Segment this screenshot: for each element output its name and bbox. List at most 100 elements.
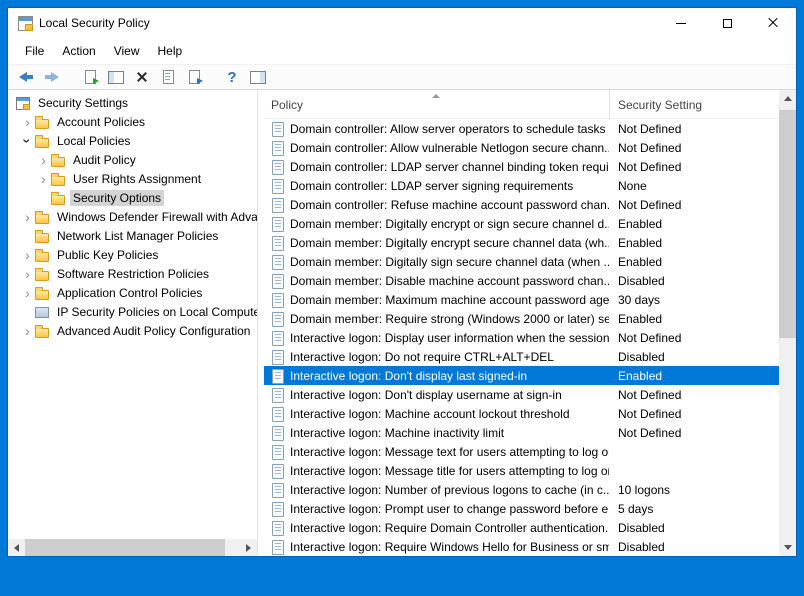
- export-icon[interactable]: [78, 66, 102, 88]
- chevron-icon[interactable]: [21, 324, 34, 338]
- policy-name: Interactive logon: Do not require CTRL+A…: [290, 350, 554, 364]
- policy-row[interactable]: Interactive logon: Number of previous lo…: [264, 480, 779, 499]
- policy-cell: Domain controller: Allow vulnerable Netl…: [264, 140, 609, 156]
- tree-item-label: Network List Manager Policies: [54, 228, 221, 244]
- policy-cell: Domain controller: LDAP server signing r…: [264, 178, 609, 194]
- policy-cell: Domain member: Disable machine account p…: [264, 273, 609, 289]
- policy-row[interactable]: Domain member: Require strong (Windows 2…: [264, 309, 779, 328]
- tree-item[interactable]: Software Restriction Policies: [8, 264, 257, 283]
- help-icon[interactable]: [220, 66, 244, 88]
- policy-name: Interactive logon: Prompt user to change…: [290, 502, 609, 516]
- console-tree-pane: Security Settings Account Policies Local…: [8, 90, 258, 556]
- policy-row[interactable]: Domain controller: Refuse machine accoun…: [264, 195, 779, 214]
- policy-row[interactable]: Interactive logon: Do not require CTRL+A…: [264, 347, 779, 366]
- chevron-icon[interactable]: [21, 267, 34, 281]
- scroll-up-button[interactable]: [779, 90, 796, 107]
- tree-item[interactable]: Windows Defender Firewall with Adva: [8, 207, 257, 226]
- horizontal-scrollbar-thumb[interactable]: [25, 539, 225, 556]
- export-list-icon[interactable]: [182, 66, 206, 88]
- tree-item[interactable]: User Rights Assignment: [8, 169, 257, 188]
- vertical-scrollbar-thumb[interactable]: [779, 110, 796, 338]
- tree-item[interactable]: Network List Manager Policies: [8, 226, 257, 245]
- close-button[interactable]: [750, 8, 796, 38]
- menu-action[interactable]: Action: [53, 40, 104, 62]
- vertical-scrollbar[interactable]: [779, 90, 796, 556]
- policy-row[interactable]: Domain controller: Allow vulnerable Netl…: [264, 138, 779, 157]
- console-tree-icon[interactable]: [104, 66, 128, 88]
- policy-row[interactable]: Domain controller: LDAP server signing r…: [264, 176, 779, 195]
- scroll-down-button[interactable]: [779, 539, 796, 556]
- policy-row[interactable]: Interactive logon: Message text for user…: [264, 442, 779, 461]
- security-setting-value: Not Defined: [609, 160, 779, 174]
- chevron-icon[interactable]: [21, 248, 34, 262]
- policy-row[interactable]: Interactive logon: Don't display last si…: [264, 366, 779, 385]
- security-setting-value: Disabled: [609, 521, 779, 535]
- horizontal-scrollbar[interactable]: [8, 539, 257, 556]
- chevron-icon[interactable]: [21, 210, 34, 224]
- policy-row[interactable]: Domain member: Digitally encrypt secure …: [264, 233, 779, 252]
- policy-cell: Interactive logon: Do not require CTRL+A…: [264, 349, 609, 365]
- column-header-security-setting[interactable]: Security Setting: [609, 90, 779, 118]
- minimize-button[interactable]: [658, 8, 704, 38]
- policy-row[interactable]: Interactive logon: Prompt user to change…: [264, 499, 779, 518]
- menu-view[interactable]: View: [105, 40, 149, 62]
- policy-row[interactable]: Interactive logon: Require Domain Contro…: [264, 518, 779, 537]
- policy-row[interactable]: Interactive logon: Machine inactivity li…: [264, 423, 779, 442]
- policy-document-icon: [270, 330, 286, 346]
- policy-name: Interactive logon: Message text for user…: [290, 445, 609, 459]
- toolbar: [8, 64, 796, 90]
- policy-document-icon: [270, 121, 286, 137]
- policy-row[interactable]: Interactive logon: Require Windows Hello…: [264, 537, 779, 556]
- column-header-policy[interactable]: Policy: [264, 90, 609, 118]
- tree-item[interactable]: Audit Policy: [8, 150, 257, 169]
- policy-document-icon: [270, 235, 286, 251]
- tree-item[interactable]: Security Options: [8, 188, 257, 207]
- chevron-icon[interactable]: [37, 172, 50, 186]
- policy-cell: Interactive logon: Prompt user to change…: [264, 501, 609, 517]
- tree-item-label: Audit Policy: [70, 152, 139, 168]
- tree-item[interactable]: Local Policies: [8, 131, 257, 150]
- menu-help[interactable]: Help: [149, 40, 192, 62]
- chevron-icon[interactable]: [21, 286, 34, 300]
- policy-document-icon: [270, 387, 286, 403]
- maximize-button[interactable]: [704, 8, 750, 38]
- tree-item[interactable]: IP Security Policies on Local Compute: [8, 302, 257, 321]
- policy-name: Domain member: Disable machine account p…: [290, 274, 609, 288]
- scroll-right-button[interactable]: [240, 539, 257, 556]
- tree-item[interactable]: Application Control Policies: [8, 283, 257, 302]
- menu-file[interactable]: File: [16, 40, 53, 62]
- tree-item-label: IP Security Policies on Local Compute: [54, 304, 257, 320]
- policy-row[interactable]: Interactive logon: Don't display usernam…: [264, 385, 779, 404]
- console-icon: [15, 95, 31, 111]
- chevron-icon[interactable]: [21, 134, 34, 148]
- tree-item[interactable]: Advanced Audit Policy Configuration: [8, 321, 257, 340]
- security-setting-value: None: [609, 179, 779, 193]
- policy-row[interactable]: Domain member: Digitally encrypt or sign…: [264, 214, 779, 233]
- policy-row[interactable]: Interactive logon: Message title for use…: [264, 461, 779, 480]
- policy-row[interactable]: Domain controller: Allow server operator…: [264, 119, 779, 138]
- security-setting-value: Not Defined: [609, 141, 779, 155]
- policy-name: Domain controller: Allow vulnerable Netl…: [290, 141, 609, 155]
- tree-item[interactable]: Account Policies: [8, 112, 257, 131]
- policy-row[interactable]: Interactive logon: Display user informat…: [264, 328, 779, 347]
- policy-cell: Domain member: Require strong (Windows 2…: [264, 311, 609, 327]
- security-setting-value: 10 logons: [609, 483, 779, 497]
- policy-row[interactable]: Interactive logon: Machine account locko…: [264, 404, 779, 423]
- tree-item[interactable]: Security Settings: [8, 93, 257, 112]
- folder-icon: [34, 323, 50, 339]
- action-pane-icon[interactable]: [246, 66, 270, 88]
- chevron-icon[interactable]: [37, 153, 50, 167]
- tree-item[interactable]: Public Key Policies: [8, 245, 257, 264]
- back-icon[interactable]: [14, 66, 38, 88]
- policy-row[interactable]: Domain controller: LDAP server channel b…: [264, 157, 779, 176]
- policy-row[interactable]: Domain member: Digitally sign secure cha…: [264, 252, 779, 271]
- forward-icon[interactable]: [40, 66, 64, 88]
- policy-document-icon: [270, 482, 286, 498]
- policy-row[interactable]: Domain member: Maximum machine account p…: [264, 290, 779, 309]
- policy-row[interactable]: Domain member: Disable machine account p…: [264, 271, 779, 290]
- properties-icon[interactable]: [156, 66, 180, 88]
- policy-cell: Interactive logon: Machine inactivity li…: [264, 425, 609, 441]
- chevron-icon[interactable]: [21, 115, 34, 129]
- scroll-left-button[interactable]: [8, 539, 25, 556]
- delete-icon[interactable]: [130, 66, 154, 88]
